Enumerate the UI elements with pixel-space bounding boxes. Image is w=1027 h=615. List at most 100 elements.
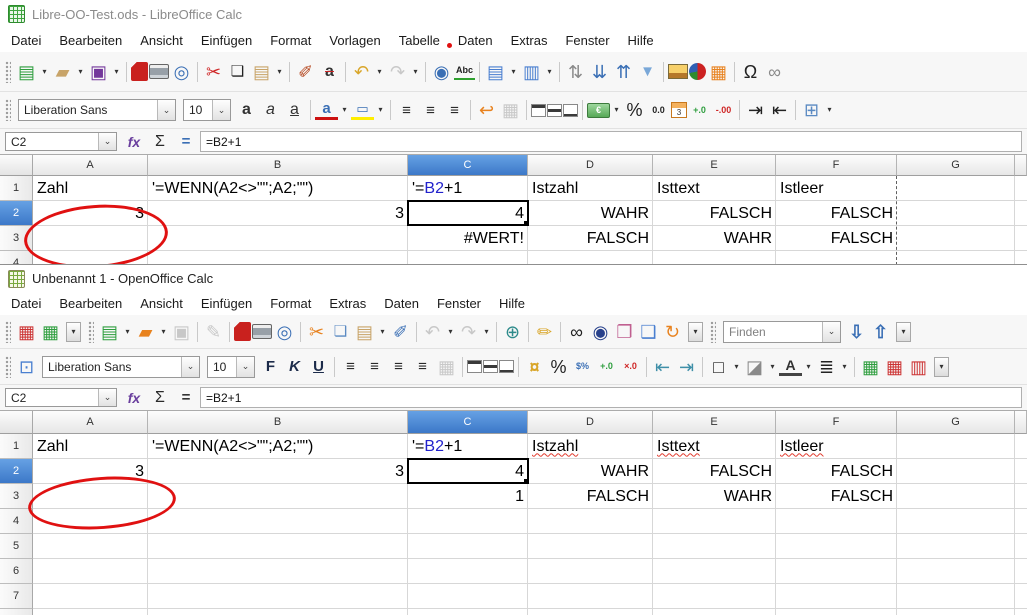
column-header-e[interactable]: E bbox=[653, 411, 776, 434]
sort-ascending-icon[interactable]: ⇈ bbox=[612, 60, 635, 84]
font-color-dropdown-icon[interactable]: ▾ bbox=[803, 355, 814, 379]
undo-icon[interactable]: ↶ bbox=[350, 60, 373, 84]
row-header-6[interactable]: 6 bbox=[0, 559, 33, 584]
menu-item[interactable]: Einfügen bbox=[192, 30, 261, 51]
align-top-icon[interactable] bbox=[531, 104, 546, 117]
underline-icon[interactable]: U bbox=[307, 355, 330, 379]
find-replace-icon[interactable]: ◉ bbox=[430, 60, 453, 84]
cell-b1[interactable]: '=WENN(A2<>"";A2;"") bbox=[148, 176, 408, 201]
page-preview-icon[interactable]: ◎ bbox=[273, 320, 296, 344]
row-header-2[interactable]: 2 bbox=[0, 459, 33, 484]
increase-indent-icon[interactable]: ⇥ bbox=[675, 355, 698, 379]
decrease-indent-icon[interactable]: ⇤ bbox=[768, 98, 791, 122]
column-header-c[interactable]: C bbox=[408, 155, 528, 176]
column-header-partial[interactable] bbox=[1015, 155, 1027, 176]
menu-item[interactable]: Daten bbox=[449, 30, 502, 51]
hyperlink-icon[interactable]: ⊕ bbox=[501, 320, 524, 344]
align-bottom-icon[interactable] bbox=[499, 360, 514, 373]
rows-dropdown-icon[interactable]: ▾ bbox=[508, 60, 519, 84]
chevron-down-icon[interactable]: ⌄ bbox=[236, 357, 254, 377]
column-header-e[interactable]: E bbox=[653, 155, 776, 176]
cell-f2[interactable]: FALSCH bbox=[776, 201, 897, 226]
menu-item[interactable]: Bearbeiten bbox=[50, 293, 131, 314]
save-icon[interactable]: ▣ bbox=[170, 320, 193, 344]
open-dropdown-icon[interactable]: ▾ bbox=[158, 320, 169, 344]
redo-icon[interactable]: ↷ bbox=[457, 320, 480, 344]
align-left-icon[interactable]: ≡ bbox=[395, 98, 418, 122]
spreadsheet-grid[interactable]: A B C D E F G 1 2 3 4 5 6 7 8 Zahl '=WEN… bbox=[0, 410, 1027, 615]
cell-e1[interactable]: Isttext bbox=[653, 434, 776, 459]
chevron-down-icon[interactable]: ⌄ bbox=[157, 100, 175, 120]
row-header-1[interactable]: 1 bbox=[0, 434, 33, 459]
gallery-icon[interactable]: ❐ bbox=[613, 320, 636, 344]
percent-format-icon[interactable]: % bbox=[623, 98, 646, 122]
column-header-g[interactable]: G bbox=[897, 411, 1015, 434]
cell-e2[interactable]: FALSCH bbox=[653, 459, 776, 484]
save-dropdown-icon[interactable]: ▾ bbox=[111, 60, 122, 84]
redo-dropdown-icon[interactable]: ▾ bbox=[410, 60, 421, 84]
font-size-select[interactable]: 10 ⌄ bbox=[207, 356, 255, 378]
edit-file-icon[interactable]: ✎ bbox=[202, 320, 225, 344]
insert-chart-icon[interactable] bbox=[689, 63, 706, 80]
redo-dropdown-icon[interactable]: ▾ bbox=[481, 320, 492, 344]
align-bottom-icon[interactable] bbox=[563, 104, 578, 117]
find-input[interactable]: Finden ⌄ bbox=[723, 321, 841, 343]
column-header-a[interactable]: A bbox=[33, 411, 148, 434]
sum-icon[interactable]: Σ bbox=[148, 389, 172, 407]
align-center-icon[interactable]: ≡ bbox=[363, 355, 386, 379]
new-dropdown-icon[interactable]: ▾ bbox=[122, 320, 133, 344]
toolbar-overflow-icon[interactable]: ▾ bbox=[66, 322, 81, 342]
increase-indent-icon[interactable]: ⇥ bbox=[744, 98, 767, 122]
new-document-icon[interactable]: ▤ bbox=[15, 60, 38, 84]
toolbar-overflow-icon[interactable]: ▾ bbox=[934, 357, 949, 377]
cell-b2[interactable]: 3 bbox=[148, 201, 408, 226]
cell-e3[interactable]: WAHR bbox=[653, 484, 776, 509]
delete-columns-icon[interactable]: ▥ bbox=[907, 355, 930, 379]
font-size-select[interactable]: 10 ⌄ bbox=[183, 99, 231, 121]
menu-item[interactable]: Einfügen bbox=[192, 293, 261, 314]
sum-icon[interactable]: Σ bbox=[148, 133, 172, 151]
export-pdf-icon[interactable] bbox=[131, 62, 148, 81]
menu-item[interactable]: Extras bbox=[320, 293, 375, 314]
open-icon[interactable]: ▰ bbox=[51, 60, 74, 84]
borders-dropdown-icon[interactable]: ▾ bbox=[731, 355, 742, 379]
bold-icon[interactable]: a bbox=[235, 98, 258, 122]
function-wizard-icon[interactable]: fx bbox=[122, 134, 146, 150]
paste-icon[interactable]: ▤ bbox=[250, 60, 273, 84]
cell-d1[interactable]: Istzahl bbox=[528, 434, 653, 459]
column-header-a[interactable]: A bbox=[33, 155, 148, 176]
percent-format-icon[interactable]: % bbox=[547, 355, 570, 379]
merge-cells-icon[interactable]: ▦ bbox=[499, 98, 522, 122]
row-header-1[interactable]: 1 bbox=[0, 176, 33, 201]
font-name-select[interactable]: Liberation Sans ⌄ bbox=[18, 99, 176, 121]
name-box[interactable]: C2 ⌄ bbox=[5, 132, 117, 151]
column-header-f[interactable]: F bbox=[776, 411, 897, 434]
formula-input[interactable]: =B2+1 bbox=[200, 387, 1022, 408]
cell-f1[interactable]: Istleer bbox=[776, 434, 897, 459]
draw-functions-icon[interactable]: ✏ bbox=[533, 320, 556, 344]
formula-input[interactable]: =B2+1 bbox=[200, 131, 1022, 152]
background-color-icon[interactable]: ◪ bbox=[743, 355, 766, 379]
cell-c1[interactable]: '=B2+1 bbox=[408, 434, 528, 459]
columns-dropdown-icon[interactable]: ▾ bbox=[544, 60, 555, 84]
print-icon[interactable] bbox=[149, 64, 169, 79]
chevron-down-icon[interactable]: ⌄ bbox=[822, 322, 840, 342]
italic-icon[interactable]: K bbox=[283, 355, 306, 379]
cell-d3[interactable]: FALSCH bbox=[528, 226, 653, 251]
align-vcenter-icon[interactable] bbox=[483, 360, 498, 373]
column-header-g[interactable]: G bbox=[897, 155, 1015, 176]
font-color-icon[interactable]: a bbox=[315, 100, 338, 120]
equals-icon[interactable]: = bbox=[174, 389, 198, 406]
undo-dropdown-icon[interactable]: ▾ bbox=[445, 320, 456, 344]
add-decimal-icon[interactable]: +.0 bbox=[688, 98, 711, 122]
delete-decimal-icon[interactable]: -.00 bbox=[712, 98, 735, 122]
column-header-partial[interactable] bbox=[1015, 411, 1027, 434]
redo-icon[interactable]: ↷ bbox=[386, 60, 409, 84]
sort-descending-icon[interactable]: ⇊ bbox=[588, 60, 611, 84]
undo-dropdown-icon[interactable]: ▾ bbox=[374, 60, 385, 84]
row-header-7[interactable]: 7 bbox=[0, 584, 33, 609]
cell-b2[interactable]: 3 bbox=[148, 459, 408, 484]
line-style-icon[interactable]: ≣ bbox=[815, 355, 838, 379]
column-header-f[interactable]: F bbox=[776, 155, 897, 176]
copy-icon[interactable]: ❏ bbox=[329, 320, 352, 344]
